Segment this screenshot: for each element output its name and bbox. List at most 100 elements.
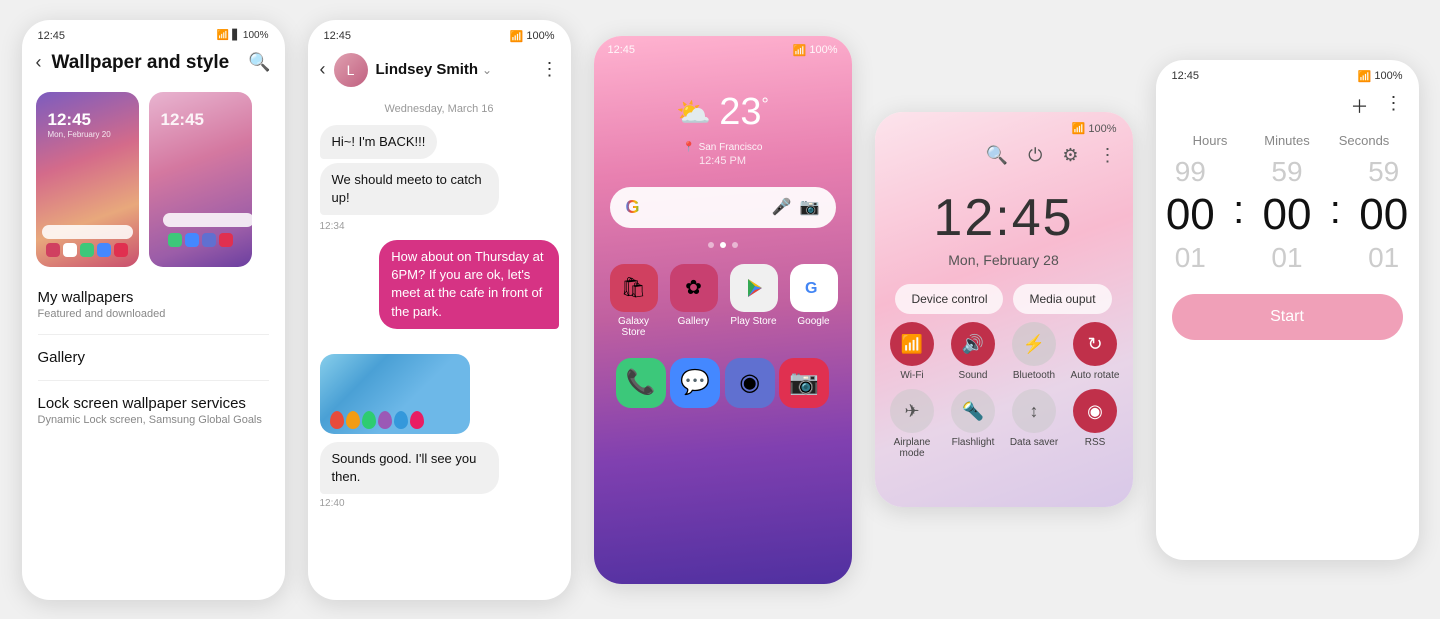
- bt-toggle-circle: ⚡: [1012, 322, 1056, 366]
- dot-3[interactable]: [732, 242, 738, 248]
- search-bar[interactable]: G 🎤 📷: [610, 187, 836, 228]
- contact-avatar: L: [334, 53, 368, 87]
- start-timer-button[interactable]: Start: [1172, 294, 1403, 340]
- galaxy-store-icon: 🛍: [610, 264, 658, 312]
- toggle-flashlight[interactable]: 🔦 Flashlight: [948, 389, 999, 459]
- contact-name-row[interactable]: Lindsey Smith ⌄: [376, 61, 533, 78]
- page-title-1: Wallpaper and style: [52, 52, 239, 74]
- toggle-wifi[interactable]: 📶 Wi-Fi: [887, 322, 938, 381]
- menu-my-wallpapers[interactable]: My wallpapers Featured and downloaded: [22, 275, 285, 324]
- menu-gallery[interactable]: Gallery: [22, 335, 285, 370]
- status-bar-5: 12:45 📶 100%: [1156, 60, 1419, 87]
- wifi-icon-5: 📶: [1358, 70, 1372, 83]
- phone-timer: 12:45 📶 100% ＋ ⋮ Hours Minutes Seconds 9…: [1156, 60, 1419, 560]
- action-bar: 🔍 ⏻ ⚙ ⋮: [875, 139, 1133, 172]
- phone-quick-settings: 📶 100% 🔍 ⏻ ⚙ ⋮ 12:45 Mon, February 28 De…: [875, 112, 1133, 507]
- toggle-autorotate[interactable]: ↻ Auto rotate: [1070, 322, 1121, 381]
- app-gallery[interactable]: ✿ Gallery: [670, 264, 718, 338]
- image-message: [320, 354, 470, 434]
- dock-samsung[interactable]: ◉: [725, 358, 775, 408]
- flash-toggle-circle: 🔦: [951, 389, 995, 433]
- toggle-datasaver[interactable]: ↕ Data saver: [1009, 389, 1060, 459]
- wallpaper-thumb-1[interactable]: 12:45 Mon, February 20: [36, 92, 139, 267]
- media-output-btn[interactable]: Media ouput: [1013, 284, 1111, 314]
- battery-1: 100%: [243, 30, 269, 41]
- more-icon[interactable]: ⋮: [541, 59, 559, 80]
- wp-apps-1: [42, 225, 133, 257]
- data-toggle-label: Data saver: [1010, 437, 1058, 448]
- weather-temp: 23°: [719, 91, 768, 134]
- rotate-toggle-label: Auto rotate: [1071, 370, 1120, 381]
- message-3: How about on Thursday at 6PM? If you are…: [379, 240, 558, 329]
- settings-icon[interactable]: ⚙: [1062, 145, 1078, 166]
- message-4: Sounds good. I'll see you then.: [320, 442, 499, 494]
- dot-1[interactable]: [708, 242, 714, 248]
- seconds-bot: 01: [1368, 242, 1399, 274]
- toggle-rss[interactable]: ◉ RSS: [1070, 389, 1121, 459]
- app-grid: 🛍 Galaxy Store ✿ Gallery Play Store G: [594, 256, 852, 346]
- phone-home: 12:45 📶 100% ⛅ 23° 📍 San Francisco 12:45…: [594, 36, 852, 584]
- dock-messages[interactable]: 💬: [670, 358, 720, 408]
- wifi-icon-3: 📶: [793, 44, 807, 57]
- search-icon-4[interactable]: 🔍: [986, 145, 1008, 166]
- menu-lock-screen[interactable]: Lock screen wallpaper services Dynamic L…: [22, 381, 285, 430]
- dock-phone[interactable]: 📞: [616, 358, 666, 408]
- power-icon[interactable]: ⏻: [1028, 145, 1042, 166]
- toggle-sound[interactable]: 🔊 Sound: [948, 322, 999, 381]
- signal-icon-1: ▋: [232, 30, 240, 41]
- status-bar-1: 12:45 📶 ▋ 100%: [22, 20, 285, 46]
- back-icon-2[interactable]: ‹: [320, 59, 326, 80]
- wifi-icon-4: 📶: [1072, 122, 1086, 135]
- seconds-col[interactable]: 59 00 01: [1349, 156, 1419, 274]
- chat-area: Hi~! I'm BACK!!! We should meeto to catc…: [308, 125, 571, 510]
- wallpaper-thumb-2[interactable]: 12:45: [149, 92, 252, 267]
- wp-date-1: Mon, February 20: [48, 130, 111, 139]
- app-play-store[interactable]: Play Store: [730, 264, 778, 338]
- battery-2: 100%: [526, 30, 554, 42]
- app-galaxy-store[interactable]: 🛍 Galaxy Store: [610, 264, 658, 338]
- balloon-image: [330, 411, 424, 429]
- weather-time: 12:45 PM: [594, 155, 852, 167]
- minutes-col[interactable]: 59 00 01: [1252, 156, 1322, 274]
- battery-5: 100%: [1374, 70, 1402, 82]
- app-google[interactable]: G Google: [790, 264, 838, 338]
- wp-time-1: 12:45: [48, 110, 91, 130]
- status-bar-4: 📶 100%: [875, 112, 1133, 139]
- device-control-btn[interactable]: Device control: [895, 284, 1003, 314]
- data-toggle-circle: ↕: [1012, 389, 1056, 433]
- rotate-toggle-circle: ↻: [1073, 322, 1117, 366]
- back-icon-1[interactable]: ‹: [36, 52, 42, 73]
- dock: 📞 💬 ◉ 📷: [594, 346, 852, 424]
- gallery-label: Gallery: [678, 316, 710, 327]
- lens-search-icon[interactable]: 📷: [800, 197, 820, 217]
- toggle-airplane[interactable]: ✈ Airplane mode: [887, 389, 938, 459]
- battery-4: 100%: [1088, 123, 1116, 135]
- lock-date: Mon, February 28: [875, 252, 1133, 268]
- search-icon-1[interactable]: 🔍: [248, 52, 270, 73]
- more-icon-4[interactable]: ⋮: [1099, 145, 1117, 166]
- svg-text:G: G: [805, 280, 817, 297]
- page-dots: [594, 228, 852, 256]
- gallery-icon: ✿: [670, 264, 718, 312]
- sep-1: :: [1229, 188, 1248, 241]
- toggle-bluetooth[interactable]: ⚡ Bluetooth: [1009, 322, 1060, 381]
- voice-search-icon[interactable]: 🎤: [772, 197, 792, 217]
- chat-header: ‹ L Lindsey Smith ⌄ ⋮: [308, 47, 571, 97]
- phone-wallpaper-style: 12:45 📶 ▋ 100% ‹ Wallpaper and style 🔍 1…: [22, 20, 285, 600]
- dot-2[interactable]: [720, 242, 726, 248]
- hours-col[interactable]: 99 00 01: [1156, 156, 1226, 274]
- quick-settings-content: 📶 100% 🔍 ⏻ ⚙ ⋮ 12:45 Mon, February 28 De…: [875, 112, 1133, 507]
- more-timer-icon[interactable]: ⋮: [1385, 93, 1403, 119]
- date-label: Wednesday, March 16: [308, 97, 571, 125]
- time-5: 12:45: [1172, 70, 1200, 82]
- dock-camera[interactable]: 📷: [779, 358, 829, 408]
- weather-location: 📍 San Francisco: [594, 138, 852, 153]
- time-1: 12:45: [38, 30, 66, 42]
- add-timer-icon[interactable]: ＋: [1351, 93, 1369, 119]
- galaxy-store-label: Galaxy Store: [610, 316, 658, 338]
- chevron-down-icon: ⌄: [482, 63, 492, 77]
- hours-mid: 00: [1166, 190, 1215, 240]
- minutes-bot: 01: [1271, 242, 1302, 274]
- status-bar-3: 12:45 📶 100%: [594, 36, 852, 61]
- weather-widget: ⛅ 23° 📍 San Francisco 12:45 PM: [594, 61, 852, 187]
